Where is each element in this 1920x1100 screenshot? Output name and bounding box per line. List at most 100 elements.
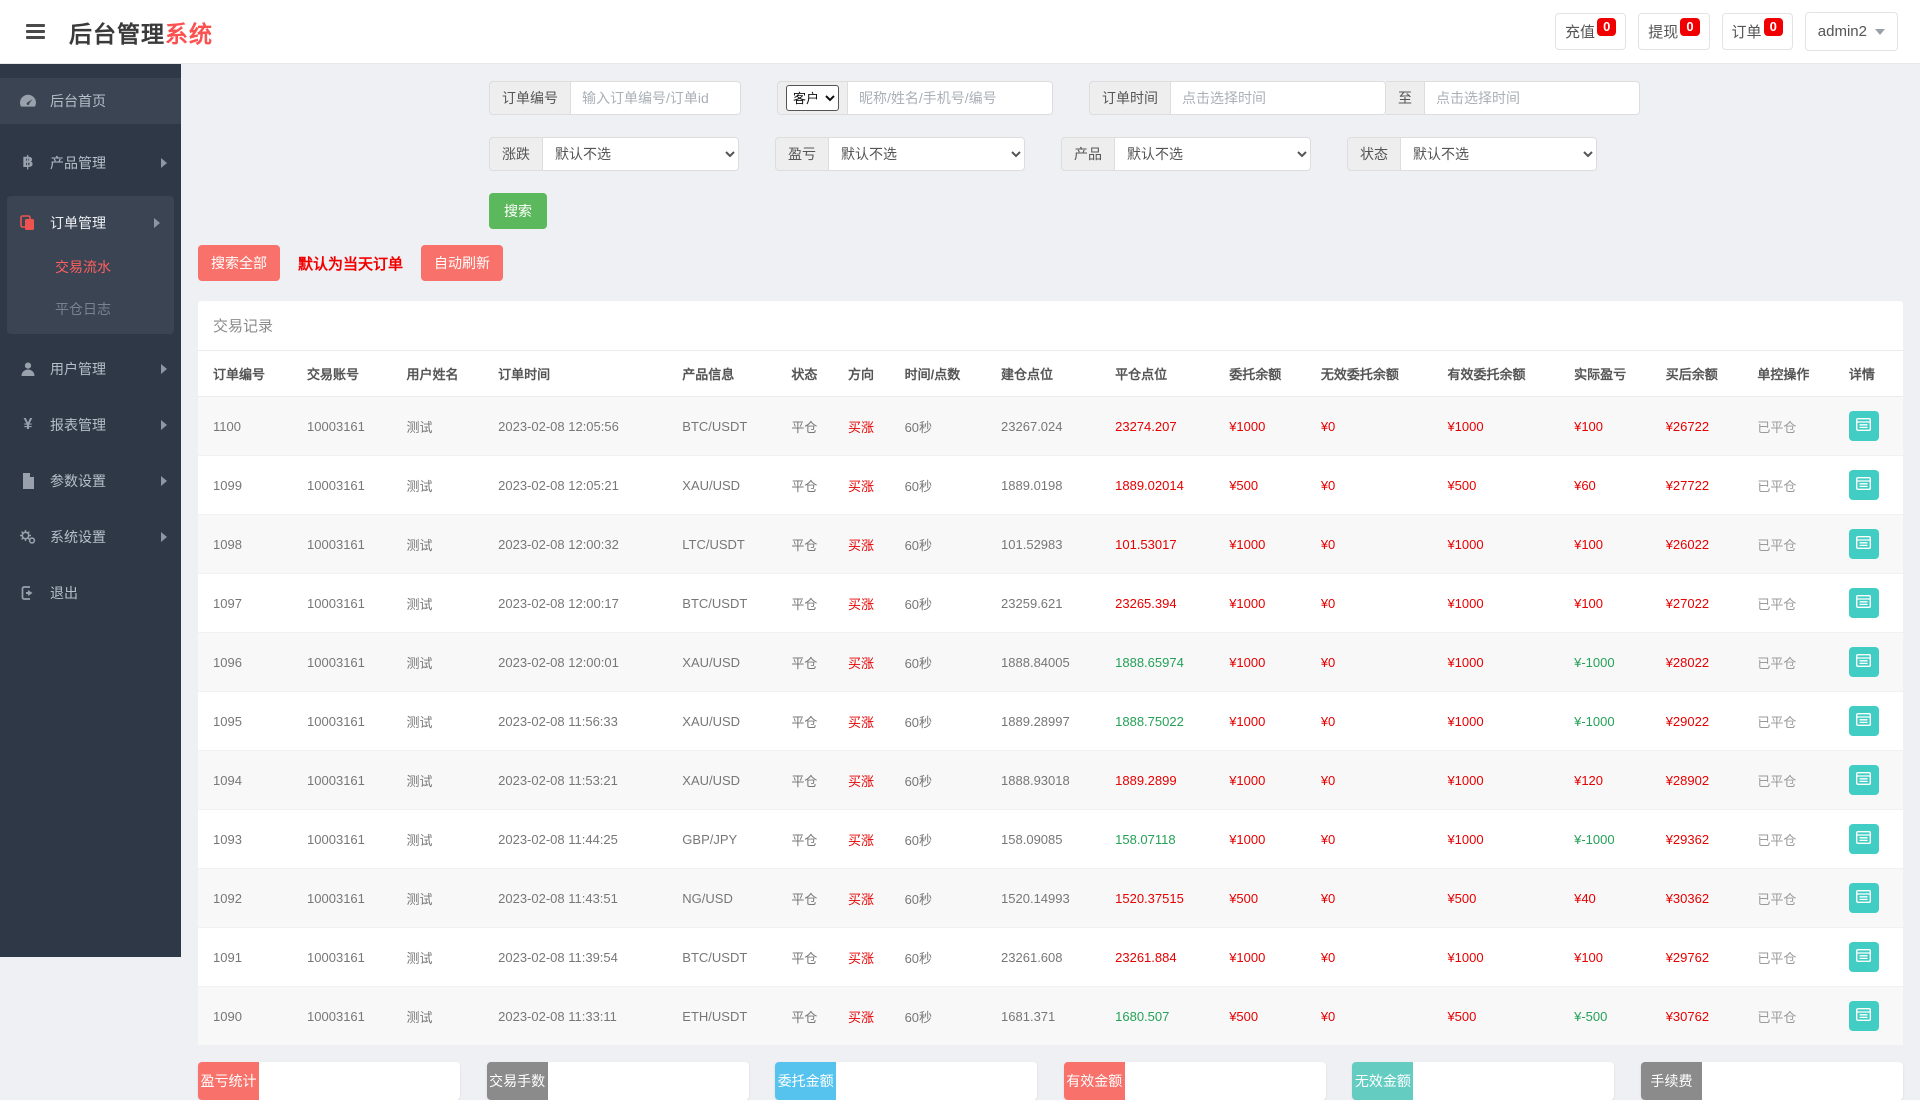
detail-button[interactable] (1849, 411, 1879, 441)
stat-badge: 0 (1764, 18, 1783, 36)
chevron-right-icon (161, 364, 167, 374)
time-end-input[interactable] (1425, 81, 1640, 115)
column-header: 无效委托余额 (1313, 351, 1440, 397)
sidebar-item-orders[interactable]: 订单管理 (7, 200, 174, 246)
user-menu[interactable]: admin2 (1805, 12, 1898, 51)
status-select[interactable]: 默认不选 (1401, 137, 1597, 171)
detail-button[interactable] (1849, 883, 1879, 913)
chevron-right-icon (154, 218, 160, 228)
cell-period: 60秒 (897, 987, 993, 1046)
cell-status: 平仓 (783, 397, 840, 456)
cell-control: 已平仓 (1749, 574, 1841, 633)
sidebar-item-users[interactable]: 用户管理 (0, 346, 181, 392)
sidebar-item-home[interactable]: 后台首页 (0, 78, 181, 124)
summary-group-fee: 手续费 (1641, 1062, 1903, 1100)
sidebar-item-label: 用户管理 (50, 359, 106, 379)
detail-button[interactable] (1849, 942, 1879, 972)
cell-direction: 买涨 (840, 574, 897, 633)
cell-order-no: 1090 (198, 987, 299, 1046)
cell-account: 10003161 (299, 633, 398, 692)
sidebar-item-label: 订单管理 (50, 213, 106, 233)
stat-button-order[interactable]: 订单0 (1722, 13, 1793, 50)
detail-button[interactable] (1849, 824, 1879, 854)
cell-open-point: 23259.621 (993, 574, 1107, 633)
detail-button[interactable] (1849, 706, 1879, 736)
cell-close-point: 1888.75022 (1107, 692, 1221, 751)
cell-balance-after: ¥28902 (1658, 751, 1750, 810)
cell-entrust: ¥1000 (1221, 633, 1313, 692)
cell-product: XAU/USD (674, 456, 783, 515)
cell-period: 60秒 (897, 751, 993, 810)
cell-invalid-entrust: ¥0 (1313, 515, 1440, 574)
profit-loss-select[interactable]: 默认不选 (829, 137, 1025, 171)
cell-valid-entrust: ¥500 (1439, 456, 1566, 515)
sidebar-item-logout[interactable]: 退出 (0, 570, 181, 616)
table-row: 109410003161测试2023-02-08 11:53:21XAU/USD… (198, 751, 1903, 810)
sidebar-item-system[interactable]: 系统设置 (0, 514, 181, 560)
cell-open-point: 1888.84005 (993, 633, 1107, 692)
order-no-input[interactable] (571, 81, 741, 115)
customer-type-select[interactable]: 客户 (786, 85, 839, 111)
cell-order-time: 2023-02-08 11:44:25 (490, 810, 674, 869)
cell-entrust: ¥500 (1221, 987, 1313, 1046)
cell-user-name: 测试 (399, 456, 491, 515)
cell-profit: ¥120 (1566, 751, 1658, 810)
detail-button[interactable] (1849, 588, 1879, 618)
summary-value-invalid-amount[interactable] (1413, 1062, 1614, 1100)
search-all-button[interactable]: 搜索全部 (198, 245, 280, 281)
time-start-input[interactable] (1171, 81, 1386, 115)
product-filter: 产品 默认不选 (1061, 137, 1311, 171)
table-row: 109110003161测试2023-02-08 11:39:54BTC/USD… (198, 928, 1903, 987)
summary-value-profit-total[interactable] (259, 1062, 460, 1100)
auto-refresh-button[interactable]: 自动刷新 (421, 245, 503, 281)
cell-invalid-entrust: ¥0 (1313, 928, 1440, 987)
detail-button[interactable] (1849, 647, 1879, 677)
detail-button[interactable] (1849, 470, 1879, 500)
table-row: 109610003161测试2023-02-08 12:00:01XAU/USD… (198, 633, 1903, 692)
summary-value-trade-lots[interactable] (548, 1062, 749, 1100)
chevron-right-icon (161, 420, 167, 430)
to-label: 至 (1386, 81, 1425, 115)
product-select[interactable]: 默认不选 (1115, 137, 1311, 171)
cell-order-no: 1094 (198, 751, 299, 810)
detail-button[interactable] (1849, 765, 1879, 795)
cell-open-point: 158.09085 (993, 810, 1107, 869)
summary-group-trade-lots: 交易手数 (487, 1062, 749, 1100)
customer-input[interactable] (848, 81, 1053, 115)
summary-value-fee[interactable] (1702, 1062, 1903, 1100)
column-header: 单控操作 (1749, 351, 1841, 397)
cell-profit: ¥-500 (1566, 987, 1658, 1046)
sidebar-item-label: 系统设置 (50, 527, 106, 547)
cell-period: 60秒 (897, 928, 993, 987)
cell-order-no: 1093 (198, 810, 299, 869)
cell-order-time: 2023-02-08 12:00:32 (490, 515, 674, 574)
user-icon (18, 361, 38, 377)
cell-open-point: 23267.024 (993, 397, 1107, 456)
summary-value-valid-amount[interactable] (1125, 1062, 1326, 1100)
detail-button[interactable] (1849, 1001, 1879, 1031)
sidebar-subitem-trade-flow[interactable]: 交易流水 (7, 246, 174, 288)
status-label: 状态 (1347, 137, 1401, 171)
cell-account: 10003161 (299, 810, 398, 869)
stat-button-recharge[interactable]: 充值0 (1555, 13, 1626, 50)
cell-invalid-entrust: ¥0 (1313, 397, 1440, 456)
stat-badge: 0 (1597, 18, 1616, 36)
rise-fall-select[interactable]: 默认不选 (543, 137, 739, 171)
sidebar-item-reports[interactable]: ¥报表管理 (0, 402, 181, 448)
search-button[interactable]: 搜索 (489, 193, 547, 229)
menu-toggle-icon[interactable] (22, 20, 49, 43)
summary-value-entrust-amount[interactable] (836, 1062, 1037, 1100)
cell-open-point: 1889.28997 (993, 692, 1107, 751)
stat-button-withdraw[interactable]: 提现0 (1638, 13, 1709, 50)
sidebar-item-params[interactable]: 参数设置 (0, 458, 181, 504)
sidebar-item-products[interactable]: ฿产品管理 (0, 140, 181, 186)
table-row: 109510003161测试2023-02-08 11:56:33XAU/USD… (198, 692, 1903, 751)
profit-loss-filter: 盈亏 默认不选 (775, 137, 1025, 171)
cell-product: BTC/USDT (674, 397, 783, 456)
default-today-note: 默认为当天订单 (298, 253, 403, 274)
cell-close-point: 1888.65974 (1107, 633, 1221, 692)
sidebar-subitem-close-log[interactable]: 平仓日志 (7, 288, 174, 330)
cell-order-no: 1092 (198, 869, 299, 928)
cell-detail (1841, 869, 1903, 928)
detail-button[interactable] (1849, 529, 1879, 559)
